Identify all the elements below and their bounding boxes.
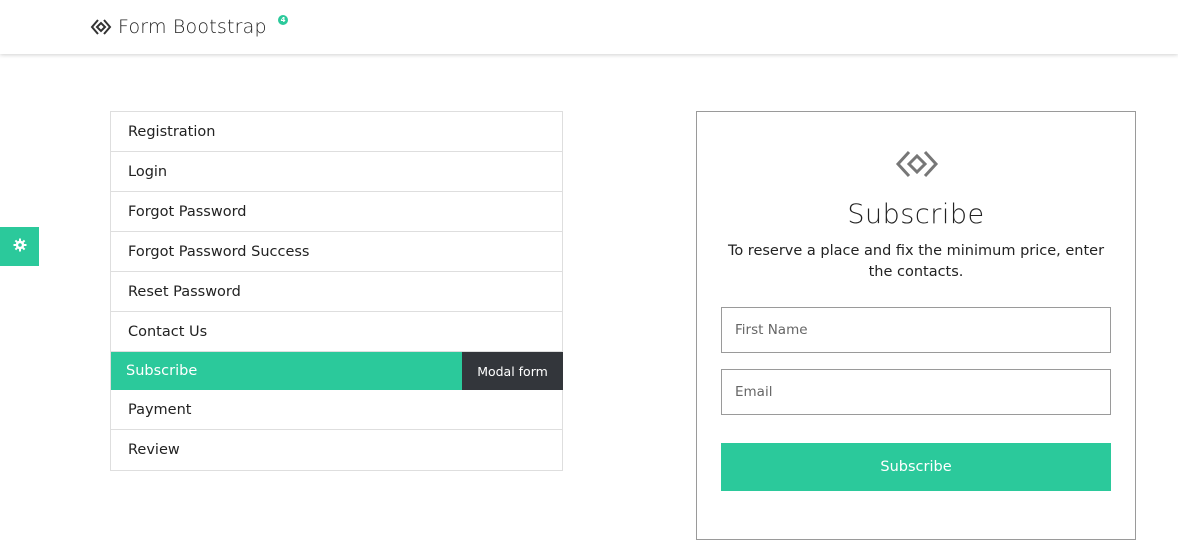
- menu-item-subscribe[interactable]: Subscribe Modal form: [111, 352, 563, 390]
- menu-item-review[interactable]: Review: [111, 430, 562, 470]
- menu-item-label: Registration: [128, 123, 216, 140]
- form-title: Subscribe: [847, 199, 985, 230]
- link-diamond-logo-icon: [895, 148, 939, 180]
- menu-item-label: Review: [128, 442, 180, 458]
- menu-item-label: Subscribe: [126, 363, 198, 379]
- menu-item-label: Forgot Password Success: [128, 243, 310, 260]
- menu-item-forgot-password[interactable]: Forgot Password: [111, 192, 562, 232]
- form-description: To reserve a place and fix the minimum p…: [727, 243, 1105, 280]
- menu-item-contact-us[interactable]: Contact Us: [111, 312, 562, 352]
- email-input[interactable]: [721, 369, 1111, 415]
- brand-link[interactable]: Form Bootstrap 4: [90, 14, 288, 40]
- gear-icon: [13, 237, 27, 256]
- menu-item-label: Login: [128, 163, 168, 180]
- menu-item-registration[interactable]: Registration: [111, 112, 562, 152]
- subscribe-button[interactable]: Subscribe: [721, 443, 1111, 491]
- menu-item-label: Forgot Password: [128, 203, 247, 220]
- menu-item-reset-password[interactable]: Reset Password: [111, 272, 562, 312]
- brand-name: Form Bootstrap: [118, 16, 267, 38]
- settings-toggle-button[interactable]: [0, 227, 39, 266]
- top-navbar: Form Bootstrap 4: [0, 0, 1178, 54]
- version-badge: 4: [278, 15, 288, 25]
- subscribe-form-card: Subscribe To reserve a place and fix the…: [696, 111, 1136, 540]
- menu-item-label: Payment: [128, 401, 192, 418]
- form-list-menu: Registration Login Forgot Password Forgo…: [110, 111, 563, 471]
- menu-item-label: Contact Us: [128, 323, 208, 340]
- modal-form-tag[interactable]: Modal form: [462, 352, 563, 390]
- menu-item-login[interactable]: Login: [111, 152, 562, 192]
- menu-item-forgot-password-success[interactable]: Forgot Password Success: [111, 232, 562, 272]
- brand-logo-icon: [90, 16, 112, 38]
- menu-item-label: Reset Password: [128, 283, 241, 300]
- first-name-input[interactable]: [721, 307, 1111, 353]
- menu-item-payment[interactable]: Payment: [111, 390, 562, 430]
